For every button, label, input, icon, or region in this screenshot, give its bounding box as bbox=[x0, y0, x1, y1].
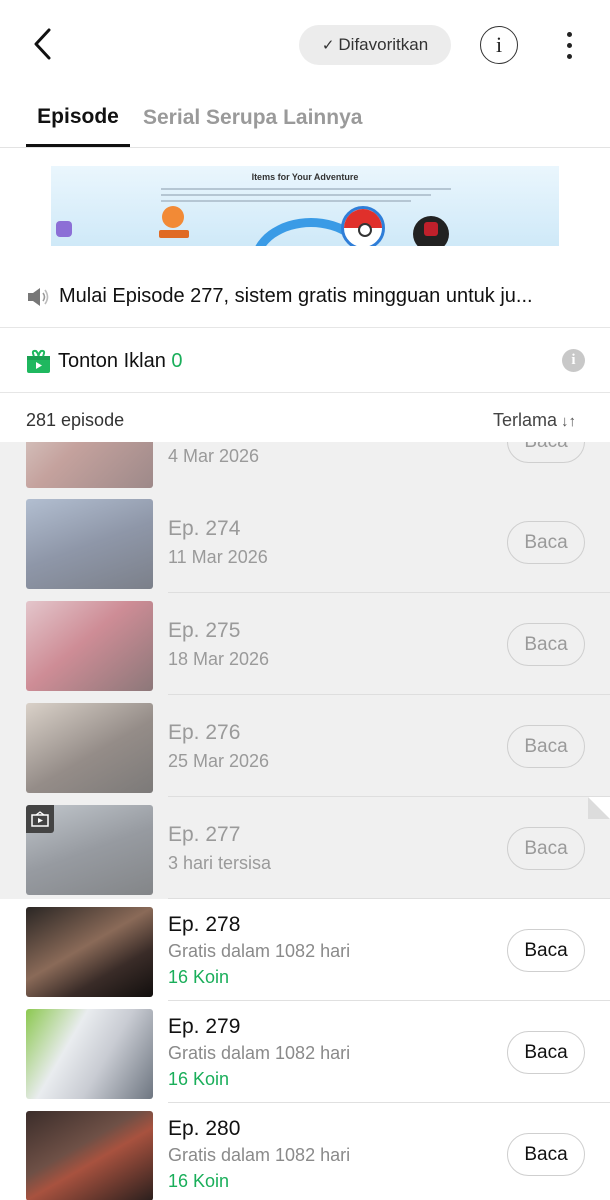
sort-button[interactable]: Terlama ↓↑ bbox=[493, 410, 576, 431]
episode-row[interactable]: Ep. 276 25 Mar 2026 Baca bbox=[0, 695, 610, 797]
notice-bar[interactable]: Mulai Episode 277, sistem gratis minggua… bbox=[0, 266, 610, 328]
episode-date: 25 Mar 2026 bbox=[168, 751, 270, 771]
sort-label: Terlama bbox=[493, 410, 558, 430]
read-button[interactable]: Baca bbox=[507, 725, 585, 768]
watch-ad-row[interactable]: Tonton Iklan 0 bbox=[0, 329, 610, 393]
episode-title: Ep. 275 bbox=[168, 619, 241, 642]
episode-price: 16 Koin bbox=[168, 967, 230, 987]
sort-icon: ↓↑ bbox=[561, 413, 577, 430]
episode-price: 16 Koin bbox=[168, 1069, 230, 1089]
episode-row[interactable]: Ep. 278 Gratis dalam 1082 hari 16 Koin B… bbox=[0, 899, 610, 1001]
episode-thumbnail bbox=[26, 601, 153, 691]
favorited-label: Difavoritkan bbox=[338, 35, 429, 54]
read-button[interactable]: Baca bbox=[507, 521, 585, 564]
read-button[interactable]: Baca bbox=[507, 929, 585, 972]
favorited-button[interactable]: ✓ Difavoritkan bbox=[299, 25, 451, 65]
episode-thumbnail bbox=[26, 907, 153, 997]
episode-thumbnail bbox=[26, 1009, 153, 1099]
read-button[interactable]: Baca bbox=[507, 442, 585, 463]
episode-title: Ep. 278 bbox=[168, 913, 241, 936]
episode-free-in: Gratis dalam 1082 hari bbox=[168, 941, 351, 961]
episode-title: Ep. 274 bbox=[168, 517, 241, 540]
team-emblem-icon bbox=[413, 216, 449, 246]
episode-title: Ep. 277 bbox=[168, 823, 241, 846]
episode-price: 16 Koin bbox=[168, 1171, 230, 1191]
read-button[interactable]: Baca bbox=[507, 1031, 585, 1074]
tab-bar: Episode Serial Serupa Lainnya bbox=[0, 90, 610, 148]
info-button[interactable]: i bbox=[480, 26, 518, 64]
read-button[interactable]: Baca bbox=[507, 1133, 585, 1176]
corner-fold bbox=[588, 797, 610, 819]
watch-ad-info-icon[interactable]: i bbox=[562, 349, 585, 372]
episode-list-header: 281 episode Terlama ↓↑ bbox=[0, 394, 610, 442]
chevron-left-icon bbox=[34, 28, 51, 60]
tab-episode[interactable]: Episode bbox=[26, 90, 130, 147]
top-bar: ✓ Difavoritkan i bbox=[0, 0, 610, 90]
episode-thumbnail bbox=[26, 499, 153, 589]
episode-title: Ep. 276 bbox=[168, 721, 241, 744]
ad-banner[interactable]: Items for Your Adventure bbox=[51, 166, 559, 246]
read-button[interactable]: Baca bbox=[507, 827, 585, 870]
episode-row[interactable]: Ep. 279 Gratis dalam 1082 hari 16 Koin B… bbox=[0, 1001, 610, 1103]
app-icon bbox=[56, 221, 72, 237]
info-icon: i bbox=[495, 32, 503, 57]
episode-thumbnail bbox=[26, 1111, 153, 1200]
ad-banner-title: Items for Your Adventure bbox=[251, 172, 359, 182]
episode-title: Ep. 280 bbox=[168, 1117, 241, 1140]
badge-icon bbox=[162, 206, 184, 228]
episode-remaining: 3 hari tersisa bbox=[168, 853, 272, 873]
episode-row[interactable]: Ep. 277 3 hari tersisa Baca bbox=[0, 797, 610, 899]
notice-text: Mulai Episode 277, sistem gratis minggua… bbox=[59, 285, 533, 307]
video-ad-badge-icon bbox=[26, 805, 54, 833]
episode-count: 281 episode bbox=[26, 410, 125, 430]
tab-similar-series[interactable]: Serial Serupa Lainnya bbox=[143, 90, 362, 146]
speaker-icon bbox=[28, 288, 49, 306]
episode-free-in: Gratis dalam 1082 hari bbox=[168, 1043, 351, 1063]
episode-title: Ep. 279 bbox=[168, 1015, 241, 1038]
episode-thumbnail bbox=[26, 703, 153, 793]
episode-date: 11 Mar 2026 bbox=[168, 547, 268, 567]
episode-free-in: Gratis dalam 1082 hari bbox=[168, 1145, 351, 1165]
gift-icon bbox=[27, 349, 50, 373]
more-options-button[interactable] bbox=[552, 26, 586, 64]
back-button[interactable] bbox=[24, 26, 60, 62]
episode-date: 18 Mar 2026 bbox=[168, 649, 270, 669]
watch-ad-count: 0 bbox=[171, 350, 183, 372]
check-icon: ✓ bbox=[321, 37, 335, 54]
episode-list[interactable]: 4 Mar 2026 Baca Ep. 274 11 Mar 2026 Baca… bbox=[0, 442, 610, 1200]
episode-row[interactable]: Ep. 274 11 Mar 2026 Baca bbox=[0, 491, 610, 593]
read-button[interactable]: Baca bbox=[507, 623, 585, 666]
episode-thumbnail bbox=[26, 442, 153, 488]
episode-row[interactable]: 4 Mar 2026 Baca bbox=[0, 442, 610, 492]
watch-ad-label: Tonton Iklan bbox=[58, 350, 166, 372]
episode-date: 4 Mar 2026 bbox=[168, 446, 260, 466]
pokeball-icon bbox=[341, 206, 385, 246]
more-dots-icon bbox=[566, 31, 572, 37]
episode-row[interactable]: Ep. 280 Gratis dalam 1082 hari 16 Koin B… bbox=[0, 1103, 610, 1200]
episode-row[interactable]: Ep. 275 18 Mar 2026 Baca bbox=[0, 593, 610, 695]
